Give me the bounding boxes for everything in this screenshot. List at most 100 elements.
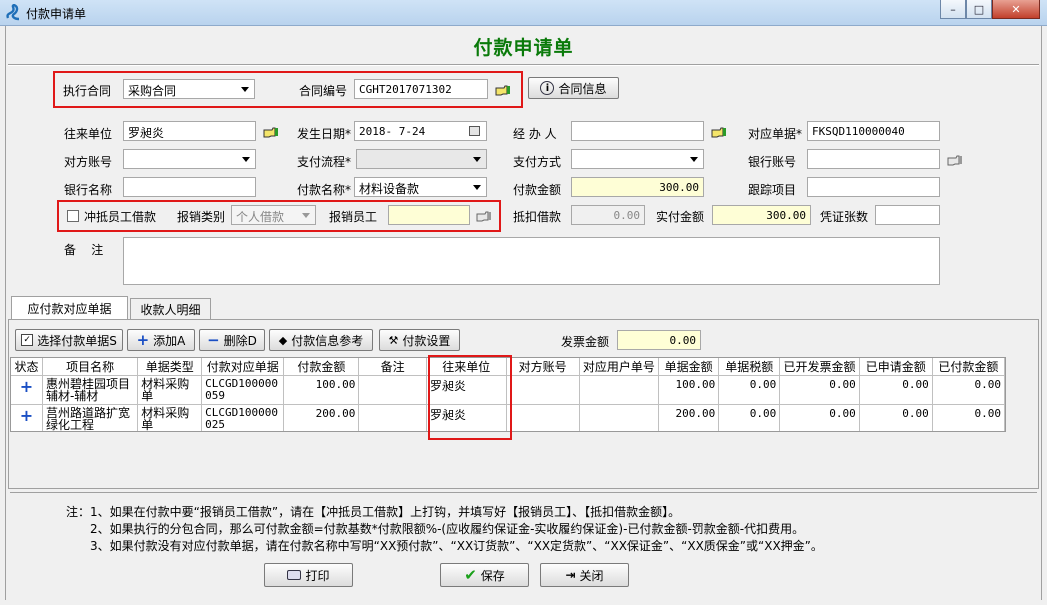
bank-name-input[interactable] [123,177,256,197]
column-header[interactable]: 对应用户单号 [579,358,660,376]
chevron-down-icon [241,87,249,92]
cell-paid: 0.00 [932,404,1005,431]
expand-plus-icon[interactable]: + [11,404,43,431]
column-header[interactable]: 已付款金额 [932,358,1005,376]
payment-reference-button[interactable]: ◆ 付款信息参考 [269,329,373,351]
column-header[interactable]: 已申请金额 [859,358,933,376]
pointing-hand-icon[interactable] [263,126,279,138]
cell-tax: 0.00 [718,375,781,405]
payee-input[interactable]: 罗昶炎 [123,121,256,141]
remark-label: 备 注 [64,243,104,257]
actual-amount-input[interactable]: 300.00 [712,205,811,225]
minus-icon: − [207,331,220,349]
window-title: 付款申请单 [26,7,87,21]
chevron-down-icon [473,185,481,190]
cell-invoiced: 0.00 [779,404,860,431]
column-header[interactable]: 付款金额 [283,358,360,376]
column-header[interactable]: 备注 [358,358,427,376]
cell-type: 材料采购单 [137,404,203,431]
invoice-amount-input[interactable]: 0.00 [617,330,701,350]
close-window-button[interactable]: ✕ [992,0,1040,19]
bank-name-label: 银行名称 [64,183,113,197]
maximize-button[interactable]: □ [966,0,992,19]
amount-label: 付款金额 [513,183,562,197]
pointing-hand-icon[interactable] [495,84,511,96]
contract-no-input[interactable]: CGHT2017071302 [354,79,488,99]
cell-amount: 200.00 [283,404,360,431]
actual-amount-label: 实付金额 [656,210,705,224]
cell-amount: 100.00 [283,375,360,405]
note-line-2: 2、如果执行的分包合同，那么可付款金额=付款基数*付款限额%-(应收履约保证金-… [90,522,805,536]
remark-textarea[interactable] [123,237,940,285]
maximize-icon: □ [973,2,985,16]
handler-label: 经 办 人 [513,127,557,141]
app-icon [6,4,20,21]
print-button[interactable]: 打印 [264,563,353,587]
payment-settings-button[interactable]: ⚒ 付款设置 [379,329,460,351]
column-header[interactable]: 单据税额 [718,358,781,376]
column-header[interactable]: 项目名称 [42,358,139,376]
date-picker[interactable]: 2018- 7-24 [354,121,487,141]
cell-account [506,404,580,431]
cell-bill: CLCGD100000025 [201,404,285,431]
printer-icon [287,570,302,580]
claim-employee-label: 报销员工 [329,210,378,224]
chevron-down-icon [473,157,481,162]
exit-door-icon: ⇥ [565,568,576,582]
contract-info-button[interactable]: i 合同信息 [528,77,619,99]
pointing-hand-icon[interactable] [947,154,963,166]
handler-input[interactable] [571,121,704,141]
chevron-down-icon [242,157,250,162]
flag-icon: ◆ [278,333,288,347]
pointing-hand-icon[interactable] [476,210,492,222]
cell-project: 莒州路道路扩宽绿化工程 [42,404,139,431]
delete-button[interactable]: − 删除D [199,329,265,351]
invoice-amount-label: 发票金额 [561,335,610,349]
cell-bill-amount: 100.00 [658,375,720,405]
cell-type: 材料采购单 [137,375,203,405]
form-title: 付款申请单 [473,37,574,59]
note-line-3: 3、如果付款没有对应付款单据，请在付款名称中写明“XX预付款”、“XX订货款”、… [90,539,823,553]
window-titlebar [0,0,1047,26]
note-line-1: 注：1、如果在付款中要“报销员工借款”，请在【冲抵员工借款】上打钩，并填写好【报… [66,505,681,519]
cell-user-no [579,404,660,431]
claim-employee-input[interactable] [388,205,470,225]
select-bills-button[interactable]: ✓ 选择付款单据S [15,329,123,351]
voucher-count-input[interactable] [875,205,940,225]
column-header[interactable]: 单据类型 [137,358,203,376]
close-button[interactable]: ⇥ 关闭 [540,563,629,587]
column-header[interactable]: 已开发票金额 [779,358,860,376]
column-header[interactable]: 状态 [11,358,43,376]
pointing-hand-icon[interactable] [711,126,727,138]
amount-input[interactable]: 300.00 [571,177,704,197]
bank-account-input[interactable] [807,149,940,169]
cell-account [506,375,580,405]
chevron-down-icon [690,157,698,162]
tab-payee-details[interactable]: 收款人明细 [130,298,211,320]
minimize-button[interactable]: – [940,0,966,19]
exec-contract-select[interactable]: 采购合同 [123,79,255,99]
plus-icon: + [136,331,150,349]
account-select[interactable] [123,149,256,169]
add-button[interactable]: + 添加A [127,329,195,351]
flow-select[interactable] [356,149,487,169]
offset-checkbox[interactable] [67,210,79,222]
tools-icon: ⚒ [388,333,399,347]
tab-payable-bills[interactable]: 应付款对应单据 [11,296,128,320]
expand-plus-icon[interactable]: + [11,375,43,405]
deduct-input[interactable]: 0.00 [571,205,645,225]
cell-tax: 0.00 [718,404,781,431]
method-select[interactable] [571,149,704,169]
project-input[interactable] [807,177,940,197]
column-header[interactable]: 付款对应单据 [201,358,285,376]
column-header[interactable]: 对方账号 [506,358,580,376]
column-header[interactable]: 单据金额 [658,358,720,376]
method-label: 支付方式 [513,155,562,169]
cell-remark [358,375,427,405]
bill-input[interactable]: FKSQD110000040 [807,121,940,141]
cell-applied: 0.00 [859,375,933,405]
claim-type-select[interactable]: 个人借款 [231,205,316,225]
save-button[interactable]: ✔ 保存 [440,563,529,587]
pay-name-select[interactable]: 材料设备款 [354,177,487,197]
cell-bill-amount: 200.00 [658,404,720,431]
